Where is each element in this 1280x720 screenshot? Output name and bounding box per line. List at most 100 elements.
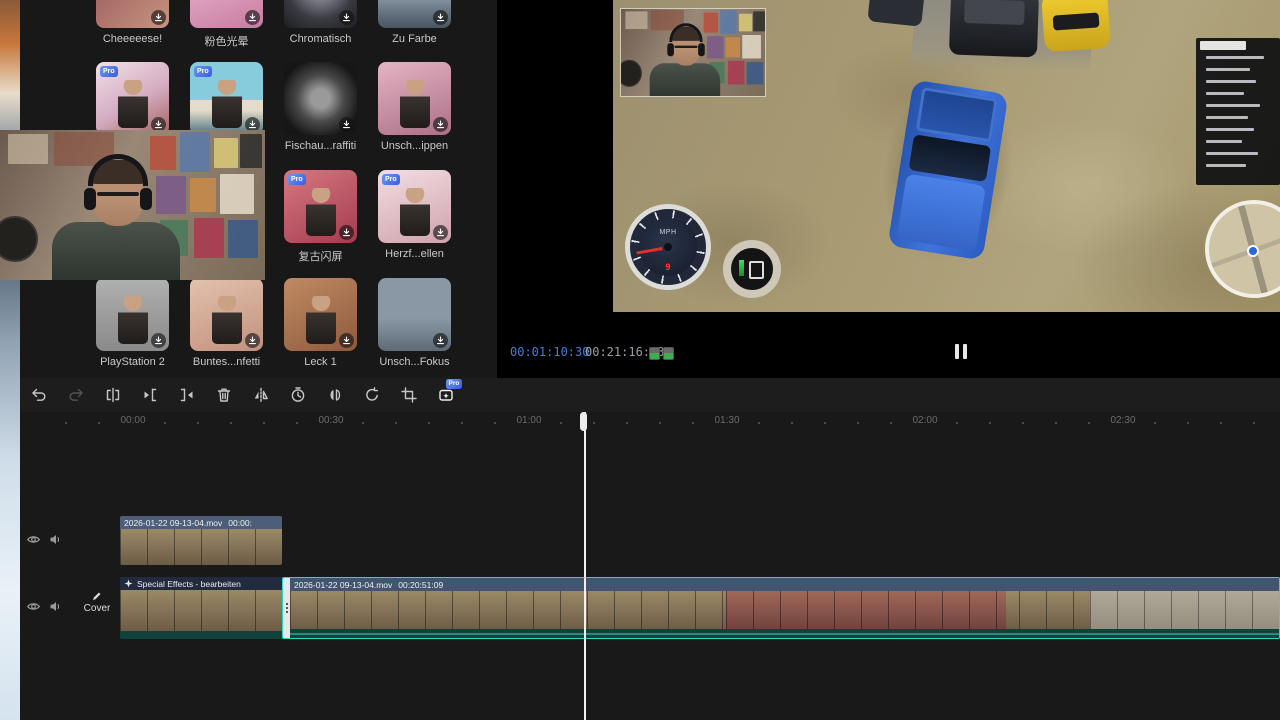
rotate-button[interactable]: [363, 386, 381, 404]
poster: [720, 10, 737, 34]
webcam-video: [0, 130, 265, 280]
redo-button[interactable]: [67, 386, 85, 404]
effect-label: 粉色光晕: [204, 36, 249, 48]
effect-item[interactable]: Cheeeeese!: [96, 0, 169, 45]
microphone: [621, 59, 642, 87]
timeline-ruler[interactable]: 00:00 00:30 01:00 01:30 02:00 02:30: [20, 412, 1280, 432]
split-button[interactable]: [104, 386, 122, 404]
effect-thumbnail[interactable]: [96, 278, 169, 351]
poster: [190, 178, 216, 212]
effect-thumbnail[interactable]: [284, 0, 357, 28]
download-icon[interactable]: [433, 225, 448, 240]
poster: [753, 11, 765, 32]
effect-thumbnail[interactable]: [190, 278, 263, 351]
effect-item[interactable]: Fischau...raffiti: [284, 62, 357, 152]
effect-label: Chromatisch: [289, 33, 352, 45]
ruler-label: 01:00: [513, 415, 545, 426]
speed-value: 9: [665, 263, 671, 273]
menu-line: [1206, 92, 1244, 95]
download-icon[interactable]: [339, 117, 354, 132]
sparkle-icon: [124, 579, 133, 588]
download-icon[interactable]: [151, 333, 166, 348]
effect-label: Unsch...ippen: [380, 140, 449, 152]
effect-thumbnail[interactable]: Pro: [378, 170, 451, 243]
track2-mute-toggle[interactable]: [46, 597, 64, 615]
speedometer-hub: [662, 241, 674, 253]
clip-filmstrip: [290, 591, 1279, 630]
effect-label: Zu Farbe: [392, 33, 437, 45]
mirror-button[interactable]: [252, 386, 270, 404]
effect-thumbnail[interactable]: [378, 62, 451, 135]
effect-item[interactable]: Pro Herzf...ellen: [378, 170, 451, 260]
clip-header: Special Effects - bearbeiten: [120, 577, 282, 590]
poster: [738, 13, 753, 32]
menu-line: [1206, 152, 1258, 155]
playhead-handle[interactable]: [580, 412, 587, 431]
poster: [156, 176, 186, 214]
effect-item[interactable]: Buntes...nfetti: [190, 278, 263, 368]
effect-item[interactable]: Pro: [190, 62, 263, 135]
timeline-clip-track1[interactable]: 2026-01-22 09-13-04.mov 00:00:: [120, 516, 282, 565]
effect-item[interactable]: Pro 复古闪屏: [284, 170, 357, 263]
trim-left-button[interactable]: [141, 386, 159, 404]
track2-visibility-toggle[interactable]: [24, 597, 42, 615]
clip-start-time: 00:20:51:09: [398, 579, 444, 590]
undo-button[interactable]: [30, 386, 48, 404]
effect-item[interactable]: Chromatisch: [284, 0, 357, 45]
fuel-gauge-hud: [723, 240, 781, 298]
clip-trim-handle[interactable]: [283, 578, 290, 638]
effect-thumbnail[interactable]: Pro: [190, 62, 263, 135]
track1-mute-toggle[interactable]: [46, 530, 64, 548]
download-icon[interactable]: [245, 10, 260, 25]
track1-visibility-toggle[interactable]: [24, 530, 42, 548]
mask-pro-button[interactable]: Pro: [437, 379, 462, 404]
effect-item[interactable]: 粉色光晕: [190, 0, 263, 48]
download-icon[interactable]: [339, 225, 354, 240]
clip-header: 2026-01-22 09-13-04.mov 00:00:: [120, 516, 282, 529]
effect-thumbnail[interactable]: [284, 62, 357, 135]
effect-item[interactable]: Unsch...ippen: [378, 62, 451, 152]
ruler-label: 02:00: [909, 415, 941, 426]
special-effects-clip[interactable]: Special Effects - bearbeiten: [120, 577, 282, 639]
effect-thumbnail[interactable]: [378, 0, 451, 28]
timeline-clip-track2-selected[interactable]: 2026-01-22 09-13-04.mov 00:20:51:09: [282, 577, 1280, 639]
effect-thumbnail[interactable]: Pro: [96, 62, 169, 135]
effect-item[interactable]: Unsch...Fokus: [378, 278, 451, 368]
effect-label: Fischau...raffiti: [284, 140, 357, 152]
delete-button[interactable]: [215, 386, 233, 404]
download-icon[interactable]: [433, 333, 448, 348]
audio-meter-icon[interactable]: [663, 347, 674, 360]
download-icon[interactable]: [151, 10, 166, 25]
download-icon[interactable]: [245, 333, 260, 348]
effect-item[interactable]: Zu Farbe: [378, 0, 451, 45]
headphone-earcup: [698, 43, 705, 57]
crop-button[interactable]: [400, 386, 418, 404]
effect-item[interactable]: Leck 1: [284, 278, 357, 368]
effect-thumbnail[interactable]: [378, 278, 451, 351]
menu-line: [1206, 128, 1254, 131]
effect-thumbnail[interactable]: [96, 0, 169, 28]
cover-button[interactable]: Cover: [78, 590, 116, 624]
effect-item[interactable]: Pro: [96, 62, 169, 135]
effect-label: Cheeeeese!: [102, 33, 163, 45]
download-icon[interactable]: [339, 333, 354, 348]
effects-clip-label: Special Effects - bearbeiten: [137, 578, 241, 589]
microphone: [0, 216, 38, 262]
audio-meter-icon[interactable]: [649, 347, 660, 360]
flip-button[interactable]: [326, 386, 344, 404]
pause-button[interactable]: [954, 344, 968, 359]
effect-label: PlayStation 2: [100, 356, 165, 368]
download-icon[interactable]: [433, 10, 448, 25]
effect-thumbnail[interactable]: [190, 0, 263, 28]
clip-filmstrip: [120, 529, 282, 565]
effect-item[interactable]: PlayStation 2: [96, 278, 169, 368]
speed-button[interactable]: [289, 386, 307, 404]
clip-name: 2026-01-22 09-13-04.mov: [124, 517, 223, 528]
effect-label: 复古闪屏: [298, 251, 343, 263]
download-icon[interactable]: [433, 117, 448, 132]
download-icon[interactable]: [339, 10, 354, 25]
effect-thumbnail[interactable]: [284, 278, 357, 351]
trim-right-button[interactable]: [178, 386, 196, 404]
menu-line: [1206, 56, 1264, 59]
effect-thumbnail[interactable]: Pro: [284, 170, 357, 243]
